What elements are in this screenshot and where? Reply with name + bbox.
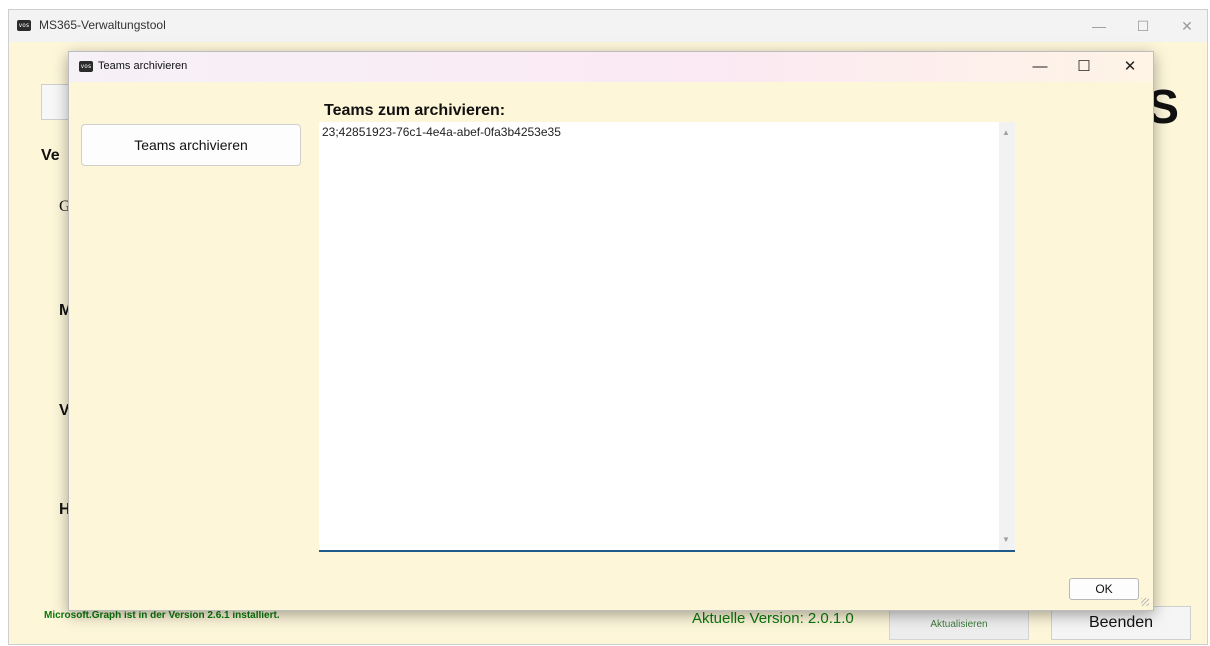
background-section-header: Ve — [41, 147, 60, 164]
resize-grip-icon[interactable] — [1141, 598, 1149, 606]
dialog-title: Teams archivieren — [98, 60, 188, 72]
dialog-titlebar[interactable]: vos Teams archivieren — ☐ ✕ — [69, 52, 1153, 82]
teams-archive-dialog: vos Teams archivieren — ☐ ✕ Teams archiv… — [68, 51, 1154, 611]
main-close-button[interactable]: ✕ — [1173, 16, 1201, 36]
ok-button[interactable]: OK — [1069, 578, 1139, 600]
scroll-down-arrow-icon[interactable]: ▼ — [1002, 535, 1010, 544]
archive-teams-button[interactable]: Teams archivieren — [81, 124, 301, 166]
textarea-scrollbar[interactable]: ▲ ▼ — [999, 122, 1015, 550]
version-text: Aktuelle Version: 2.0.1.0 — [692, 610, 854, 627]
dialog-maximize-button[interactable]: ☐ — [1069, 57, 1099, 77]
dialog-minimize-button[interactable]: — — [1025, 57, 1055, 77]
quit-button[interactable]: Beenden — [1051, 606, 1191, 640]
app-icon: vos — [17, 20, 31, 31]
graph-status-text: Microsoft.Graph ist in der Version 2.6.1… — [44, 610, 280, 621]
teams-list-label: Teams zum archivieren: — [324, 102, 506, 119]
main-titlebar[interactable]: vos MS365-Verwaltungstool — ☐ ✕ — [9, 10, 1207, 42]
scroll-up-arrow-icon[interactable]: ▲ — [1002, 128, 1010, 137]
dialog-close-button[interactable]: ✕ — [1115, 57, 1145, 77]
main-window-title: MS365-Verwaltungstool — [39, 18, 166, 32]
teams-textarea[interactable]: 23;42851923-76c1-4e4a-abef-0fa3b4253e35 … — [319, 122, 1015, 552]
update-button[interactable]: Aktualisieren — [889, 610, 1029, 640]
dialog-app-icon: vos — [79, 61, 93, 72]
main-minimize-button[interactable]: — — [1085, 16, 1113, 36]
teams-textarea-value: 23;42851923-76c1-4e4a-abef-0fa3b4253e35 — [322, 125, 561, 139]
main-maximize-button[interactable]: ☐ — [1129, 16, 1157, 36]
